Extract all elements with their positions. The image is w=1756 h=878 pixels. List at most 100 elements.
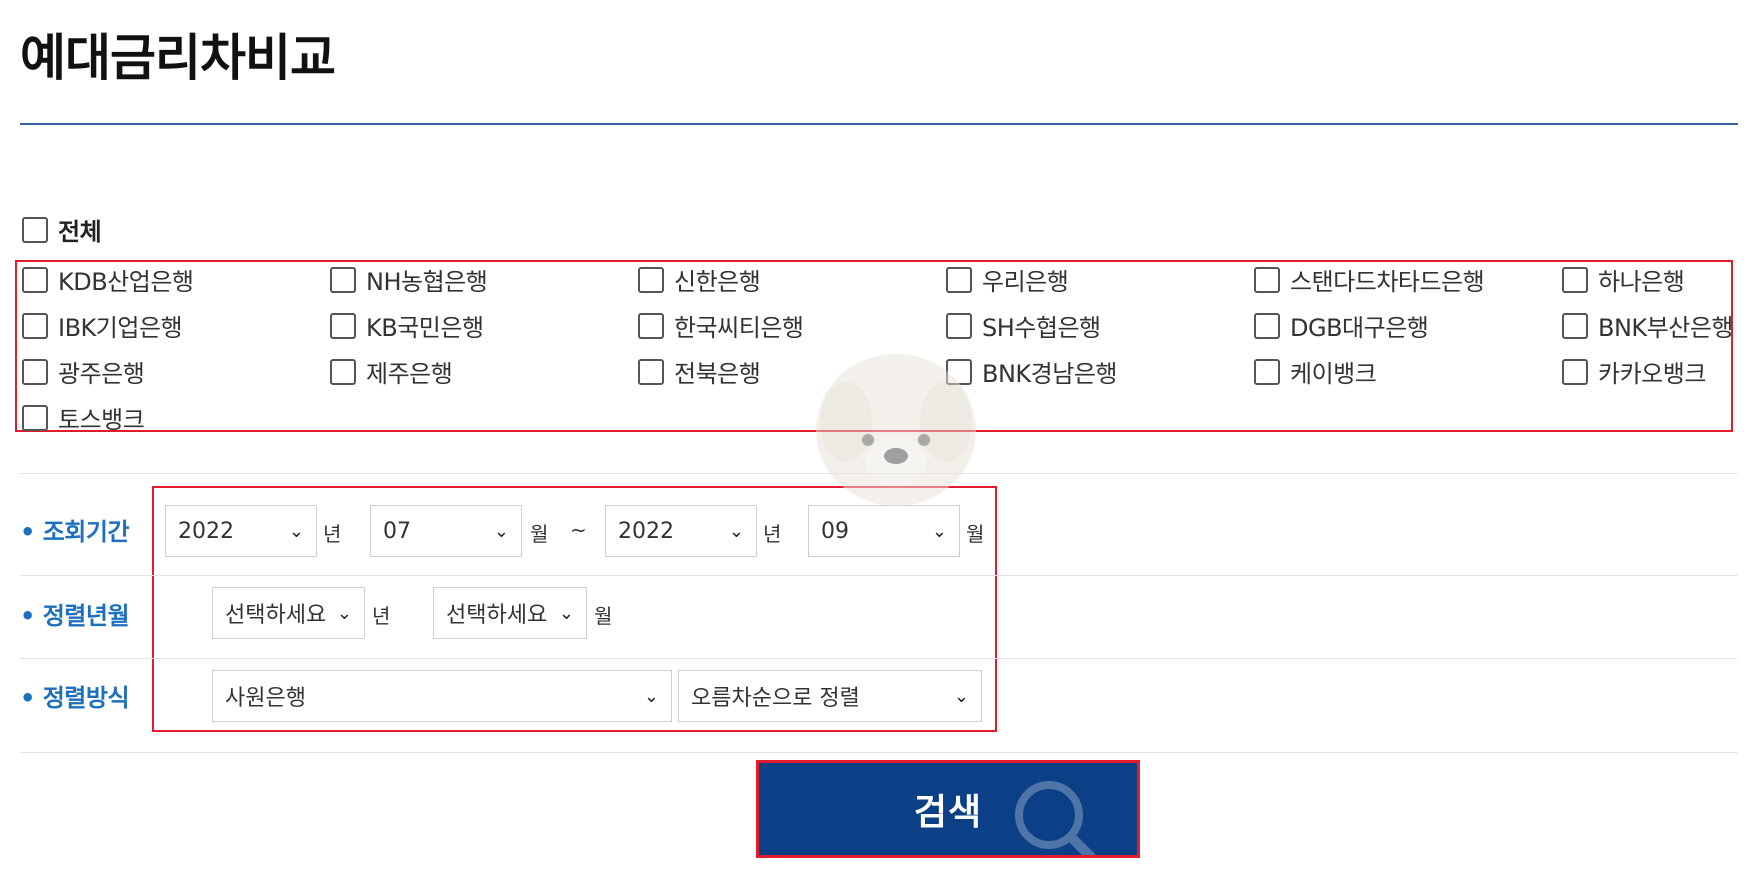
sort-year-select[interactable]: 선택하세요 ⌄ bbox=[212, 587, 365, 639]
bank-label: 한국씨티은행 bbox=[674, 314, 804, 342]
start-year-unit: 년 bbox=[323, 522, 342, 546]
bank-checkbox-woori[interactable]: 우리은행 bbox=[946, 262, 1069, 297]
select-all-label: 전체 bbox=[58, 218, 102, 246]
bank-checkbox-ibk[interactable]: IBK기업은행 bbox=[22, 308, 183, 343]
bank-checkbox-shinhan[interactable]: 신한은행 bbox=[638, 262, 761, 297]
bank-checkbox-citi[interactable]: 한국씨티은행 bbox=[638, 308, 804, 343]
checkbox-icon[interactable] bbox=[1562, 358, 1588, 385]
select-all-checkbox[interactable]: 전체 bbox=[22, 212, 102, 247]
checkbox-icon[interactable] bbox=[22, 312, 48, 339]
end-month-unit: 월 bbox=[966, 522, 985, 546]
checkbox-icon[interactable] bbox=[946, 312, 972, 339]
bank-label: 케이뱅크 bbox=[1290, 360, 1377, 388]
checkbox-icon[interactable] bbox=[1562, 312, 1588, 339]
bank-label: KB국민은행 bbox=[366, 314, 484, 342]
end-year-value: 2022 bbox=[618, 518, 674, 544]
bank-checkbox-jeju[interactable]: 제주은행 bbox=[330, 354, 453, 389]
bank-label: BNK부산은행 bbox=[1598, 314, 1733, 342]
sort-year-value: 선택하세요 bbox=[225, 603, 327, 628]
bank-checkbox-sh[interactable]: SH수협은행 bbox=[946, 308, 1101, 343]
bank-checkbox-kbank[interactable]: 케이뱅크 bbox=[1254, 354, 1377, 389]
checkbox-icon[interactable] bbox=[22, 266, 48, 293]
period-label: 조회기간 bbox=[20, 512, 130, 547]
end-month-value: 09 bbox=[821, 518, 849, 544]
bank-checkbox-kakaobank[interactable]: 카카오뱅크 bbox=[1562, 354, 1706, 389]
section-divider bbox=[20, 473, 1738, 474]
bank-checkbox-bnk-gyeongnam[interactable]: BNK경남은행 bbox=[946, 354, 1117, 389]
sort-month-select[interactable]: 선택하세요 ⌄ bbox=[433, 587, 587, 639]
chevron-down-icon: ⌄ bbox=[931, 520, 947, 542]
bank-label: KDB산업은행 bbox=[58, 268, 194, 296]
checkbox-icon[interactable] bbox=[330, 358, 356, 385]
page-title: 예대금리차비교 bbox=[20, 29, 336, 87]
chevron-down-icon: ⌄ bbox=[643, 685, 659, 707]
checkbox-icon[interactable] bbox=[638, 266, 664, 293]
checkbox-icon[interactable] bbox=[1254, 266, 1280, 293]
bank-label: 신한은행 bbox=[674, 268, 761, 296]
checkbox-icon[interactable] bbox=[1562, 266, 1588, 293]
end-year-select[interactable]: 2022 ⌄ bbox=[605, 505, 757, 557]
checkbox-icon[interactable] bbox=[22, 216, 48, 243]
checkbox-icon[interactable] bbox=[330, 266, 356, 293]
end-year-unit: 년 bbox=[763, 522, 782, 546]
start-year-select[interactable]: 2022 ⌄ bbox=[165, 505, 317, 557]
chevron-down-icon: ⌄ bbox=[336, 602, 352, 624]
bank-checkbox-tossbank[interactable]: 토스뱅크 bbox=[22, 400, 145, 435]
sort-method-label: 정렬방식 bbox=[20, 678, 130, 713]
chevron-down-icon: ⌄ bbox=[728, 520, 744, 542]
start-month-select[interactable]: 07 ⌄ bbox=[370, 505, 522, 557]
bank-label: IBK기업은행 bbox=[58, 314, 183, 342]
section-divider bbox=[20, 658, 1738, 659]
sort-month-unit: 월 bbox=[594, 604, 613, 628]
sort-date-label: 정렬년월 bbox=[20, 596, 130, 631]
checkbox-icon[interactable] bbox=[946, 266, 972, 293]
bank-checkbox-kdb[interactable]: KDB산업은행 bbox=[22, 262, 194, 297]
checkbox-icon[interactable] bbox=[330, 312, 356, 339]
search-button[interactable]: 검색 bbox=[756, 760, 1140, 858]
bank-label: NH농협은행 bbox=[366, 268, 488, 296]
checkbox-icon[interactable] bbox=[638, 312, 664, 339]
bank-label: 스탠다드차타드은행 bbox=[1290, 268, 1485, 296]
bank-label: 카카오뱅크 bbox=[1598, 360, 1706, 388]
bank-checkbox-bnk-busan[interactable]: BNK부산은행 bbox=[1562, 308, 1733, 343]
bank-label: 토스뱅크 bbox=[58, 406, 145, 434]
range-separator: ~ bbox=[570, 518, 587, 542]
checkbox-icon[interactable] bbox=[1254, 358, 1280, 385]
bank-label: 하나은행 bbox=[1598, 268, 1685, 296]
sort-order-select[interactable]: 오름차순으로 정렬 ⌄ bbox=[678, 670, 982, 722]
bank-label: DGB대구은행 bbox=[1290, 314, 1429, 342]
bank-checkbox-gwangju[interactable]: 광주은행 bbox=[22, 354, 145, 389]
bank-label: SH수협은행 bbox=[982, 314, 1101, 342]
checkbox-icon[interactable] bbox=[1254, 312, 1280, 339]
chevron-down-icon: ⌄ bbox=[558, 602, 574, 624]
section-divider bbox=[20, 575, 1738, 576]
chevron-down-icon: ⌄ bbox=[493, 520, 509, 542]
sort-order-value: 오름차순으로 정렬 bbox=[691, 686, 860, 711]
bank-checkbox-kb[interactable]: KB국민은행 bbox=[330, 308, 484, 343]
sort-month-value: 선택하세요 bbox=[446, 603, 548, 628]
start-month-unit: 월 bbox=[530, 522, 549, 546]
bank-checkbox-standard-chartered[interactable]: 스탠다드차타드은행 bbox=[1254, 262, 1485, 297]
sort-field-value: 사원은행 bbox=[225, 686, 306, 711]
sort-field-select[interactable]: 사원은행 ⌄ bbox=[212, 670, 672, 722]
checkbox-icon[interactable] bbox=[946, 358, 972, 385]
checkbox-icon[interactable] bbox=[22, 404, 48, 431]
search-button-label: 검색 bbox=[913, 792, 983, 833]
end-month-select[interactable]: 09 ⌄ bbox=[808, 505, 960, 557]
title-divider bbox=[20, 123, 1738, 125]
checkbox-icon[interactable] bbox=[22, 358, 48, 385]
chevron-down-icon: ⌄ bbox=[288, 520, 304, 542]
chevron-down-icon: ⌄ bbox=[953, 685, 969, 707]
bank-checkbox-group: KDB산업은행 NH농협은행 신한은행 우리은행 스탠다드차타드은행 하나은행 … bbox=[15, 260, 1733, 435]
checkbox-icon[interactable] bbox=[638, 358, 664, 385]
bank-checkbox-hana[interactable]: 하나은행 bbox=[1562, 262, 1685, 297]
bank-label: 광주은행 bbox=[58, 360, 145, 388]
bank-checkbox-dgb[interactable]: DGB대구은행 bbox=[1254, 308, 1429, 343]
search-icon bbox=[1015, 781, 1097, 855]
bank-checkbox-jeonbuk[interactable]: 전북은행 bbox=[638, 354, 761, 389]
bank-label: BNK경남은행 bbox=[982, 360, 1117, 388]
bank-checkbox-nh[interactable]: NH농협은행 bbox=[330, 262, 488, 297]
bank-label: 전북은행 bbox=[674, 360, 761, 388]
start-year-value: 2022 bbox=[178, 518, 234, 544]
start-month-value: 07 bbox=[383, 518, 411, 544]
